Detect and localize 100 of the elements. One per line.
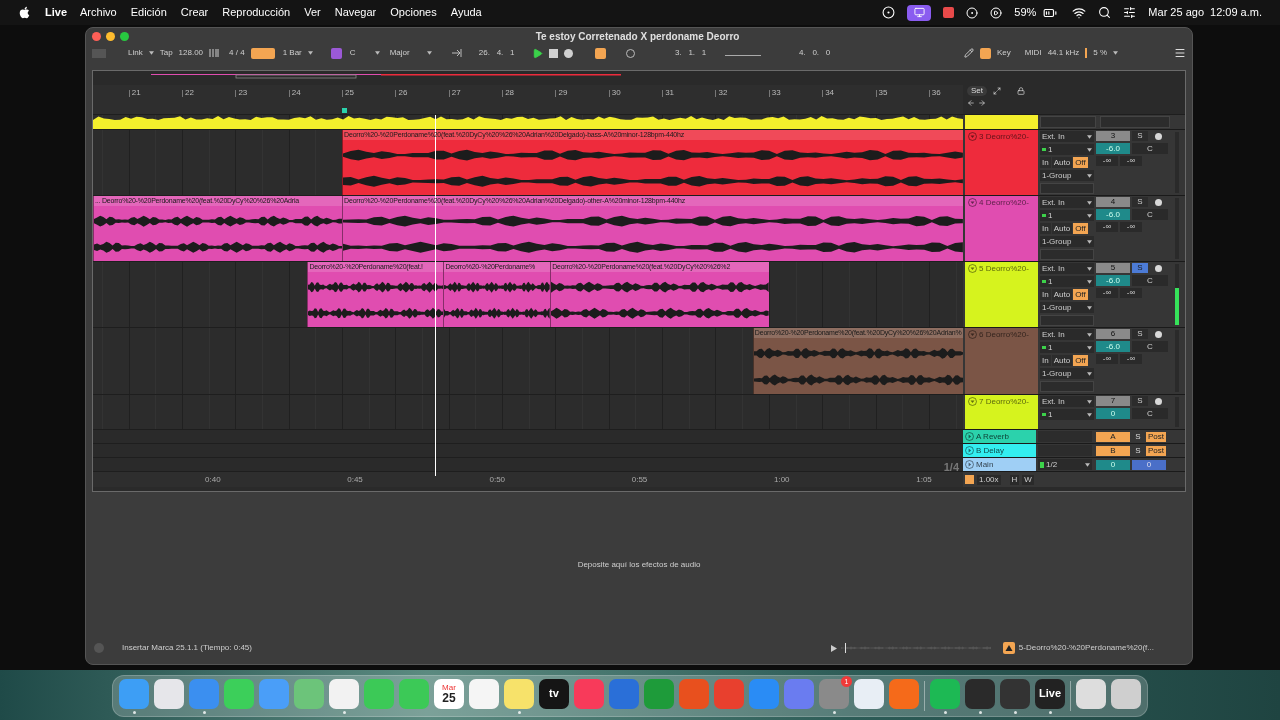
expand-icon[interactable] bbox=[993, 87, 1001, 95]
position-field[interactable]: 26. 4. 1 bbox=[467, 49, 526, 57]
play-icon[interactable] bbox=[990, 6, 1003, 19]
arm-icon[interactable] bbox=[1155, 132, 1162, 140]
track-number[interactable]: 6 bbox=[1096, 329, 1130, 339]
empty-field[interactable] bbox=[1040, 249, 1094, 260]
fold-icon[interactable] bbox=[968, 198, 977, 207]
menu-item[interactable]: Opciones bbox=[390, 4, 437, 21]
tap-button[interactable]: Tap bbox=[159, 49, 173, 57]
fold-icon[interactable] bbox=[968, 264, 977, 273]
app-icon[interactable] bbox=[1111, 678, 1141, 709]
stop-button[interactable] bbox=[548, 48, 558, 58]
track-number[interactable]: 5 bbox=[1096, 263, 1130, 273]
loop-start-field[interactable]: 3. 1. 1 bbox=[662, 49, 719, 57]
volume-field[interactable]: -6.0 bbox=[1096, 275, 1130, 286]
quantization-dropdown[interactable]: 1 Bar bbox=[280, 47, 315, 59]
arm-icon[interactable] bbox=[1155, 264, 1162, 272]
send-button[interactable]: B bbox=[1096, 445, 1130, 456]
scale-dropdown[interactable]: Major bbox=[387, 47, 434, 59]
track-title-bar[interactable]: 5 Deorro%20- bbox=[965, 262, 1038, 327]
apple-logo-icon[interactable] bbox=[18, 6, 31, 19]
send-field[interactable]: -∞ bbox=[1096, 156, 1118, 166]
menu-item[interactable]: Archivo bbox=[80, 4, 117, 21]
tempo-field[interactable]: 128.00 bbox=[178, 49, 204, 57]
app-icon[interactable]: Mar 25 bbox=[434, 678, 464, 709]
solo-button[interactable]: S bbox=[1132, 396, 1148, 406]
app-icon[interactable] bbox=[1076, 678, 1106, 709]
time-ruler[interactable]: 0:40 0:45 0:50 0:55 1:00 1:05 bbox=[93, 472, 963, 487]
track-number[interactable]: 7 bbox=[1096, 396, 1130, 406]
control-center-icon[interactable] bbox=[1123, 6, 1137, 19]
monitor-button[interactable]: In bbox=[1040, 157, 1051, 168]
fold-icon[interactable] bbox=[968, 330, 977, 339]
warning-icon[interactable] bbox=[1002, 642, 1015, 654]
solo-button[interactable]: S bbox=[1132, 263, 1148, 273]
pan-field[interactable]: C bbox=[1132, 408, 1168, 419]
return-track-title[interactable]: B Delay bbox=[963, 444, 1036, 457]
arrow-left-icon[interactable] bbox=[967, 99, 975, 107]
app-status-icon[interactable] bbox=[943, 7, 955, 18]
loop-length-field[interactable]: 4. 0. 0 bbox=[786, 49, 843, 57]
app-icon[interactable]: Live bbox=[1035, 678, 1065, 709]
fold-icon[interactable] bbox=[965, 446, 974, 455]
search-icon[interactable] bbox=[1098, 6, 1112, 19]
monitor-button[interactable]: Off bbox=[1073, 157, 1088, 168]
channel-dropdown[interactable]: 1 bbox=[1040, 409, 1094, 420]
screen-record-icon[interactable] bbox=[882, 6, 896, 19]
pan-field[interactable]: 0 bbox=[1132, 459, 1166, 470]
empty-field[interactable] bbox=[1040, 315, 1094, 326]
channel-dropdown[interactable]: 1 bbox=[1040, 210, 1094, 221]
output-dropdown[interactable]: 1-Group bbox=[1040, 170, 1094, 181]
return-track-title[interactable]: A Reverb bbox=[963, 430, 1036, 443]
play-button[interactable] bbox=[531, 47, 543, 59]
send-field[interactable]: -∞ bbox=[1120, 156, 1142, 166]
record-button[interactable] bbox=[563, 48, 573, 58]
signature-field[interactable]: 4 / 4 bbox=[229, 49, 245, 57]
arrow-right-icon[interactable] bbox=[978, 99, 986, 107]
fold-icon[interactable] bbox=[968, 397, 977, 406]
zoom-button[interactable] bbox=[120, 31, 129, 41]
main-track-title[interactable]: Main bbox=[963, 458, 1036, 471]
input-dropdown[interactable]: Ext. In bbox=[1040, 263, 1094, 274]
empty-field[interactable] bbox=[1040, 381, 1094, 392]
monitor-button[interactable]: In bbox=[1040, 355, 1051, 366]
pan-field[interactable]: C bbox=[1132, 275, 1168, 286]
solo-button[interactable]: S bbox=[1132, 197, 1148, 207]
app-icon[interactable] bbox=[1000, 678, 1030, 709]
arm-icon[interactable] bbox=[1155, 397, 1162, 405]
menu-item[interactable]: Reproducción bbox=[222, 4, 291, 21]
volume-field[interactable]: -6.0 bbox=[1096, 209, 1130, 220]
menu-date[interactable]: Mar 25 ago bbox=[1148, 4, 1204, 21]
volume-field[interactable]: -6.0 bbox=[1096, 341, 1130, 352]
post-button[interactable]: Post bbox=[1146, 431, 1166, 442]
record-icon[interactable] bbox=[966, 6, 979, 19]
menu-item[interactable]: Edición bbox=[130, 4, 167, 21]
send-field[interactable]: -∞ bbox=[1096, 222, 1118, 232]
fold-icon[interactable] bbox=[968, 132, 977, 141]
link-button[interactable]: Link bbox=[128, 49, 143, 57]
output-dropdown[interactable]: 1-Group bbox=[1040, 302, 1094, 313]
app-icon[interactable]: tv bbox=[539, 678, 569, 709]
fold-icon[interactable] bbox=[965, 432, 974, 441]
menu-item[interactable]: Navegar bbox=[334, 4, 377, 21]
monitor-button[interactable]: Auto bbox=[1051, 289, 1073, 300]
volume-field[interactable]: 0 bbox=[1096, 459, 1130, 470]
monitor-button[interactable]: In bbox=[1040, 223, 1051, 234]
width-button[interactable]: W bbox=[1022, 474, 1034, 485]
start-marker-icon[interactable] bbox=[342, 108, 348, 113]
arm-icon[interactable] bbox=[1155, 330, 1162, 338]
solo-button[interactable]: S bbox=[1132, 329, 1148, 339]
channel-dropdown[interactable]: 1 bbox=[1040, 144, 1094, 155]
set-button[interactable]: Set bbox=[967, 86, 987, 96]
solo-button[interactable]: S bbox=[1132, 131, 1148, 141]
wifi-icon[interactable] bbox=[1072, 5, 1087, 20]
fold-icon[interactable] bbox=[965, 460, 974, 469]
send-field[interactable]: -∞ bbox=[1120, 288, 1142, 298]
menu-time[interactable]: 12:09 a.m. bbox=[1210, 4, 1262, 21]
arm-icon[interactable] bbox=[1155, 198, 1162, 206]
monitor-button[interactable]: Off bbox=[1073, 289, 1088, 300]
app-icon[interactable] bbox=[154, 678, 184, 709]
input-dropdown[interactable]: Ext. In bbox=[1040, 131, 1094, 142]
pencil-icon[interactable] bbox=[963, 48, 974, 58]
key-root-dropdown[interactable]: C bbox=[347, 47, 382, 59]
app-icon[interactable] bbox=[329, 678, 359, 709]
